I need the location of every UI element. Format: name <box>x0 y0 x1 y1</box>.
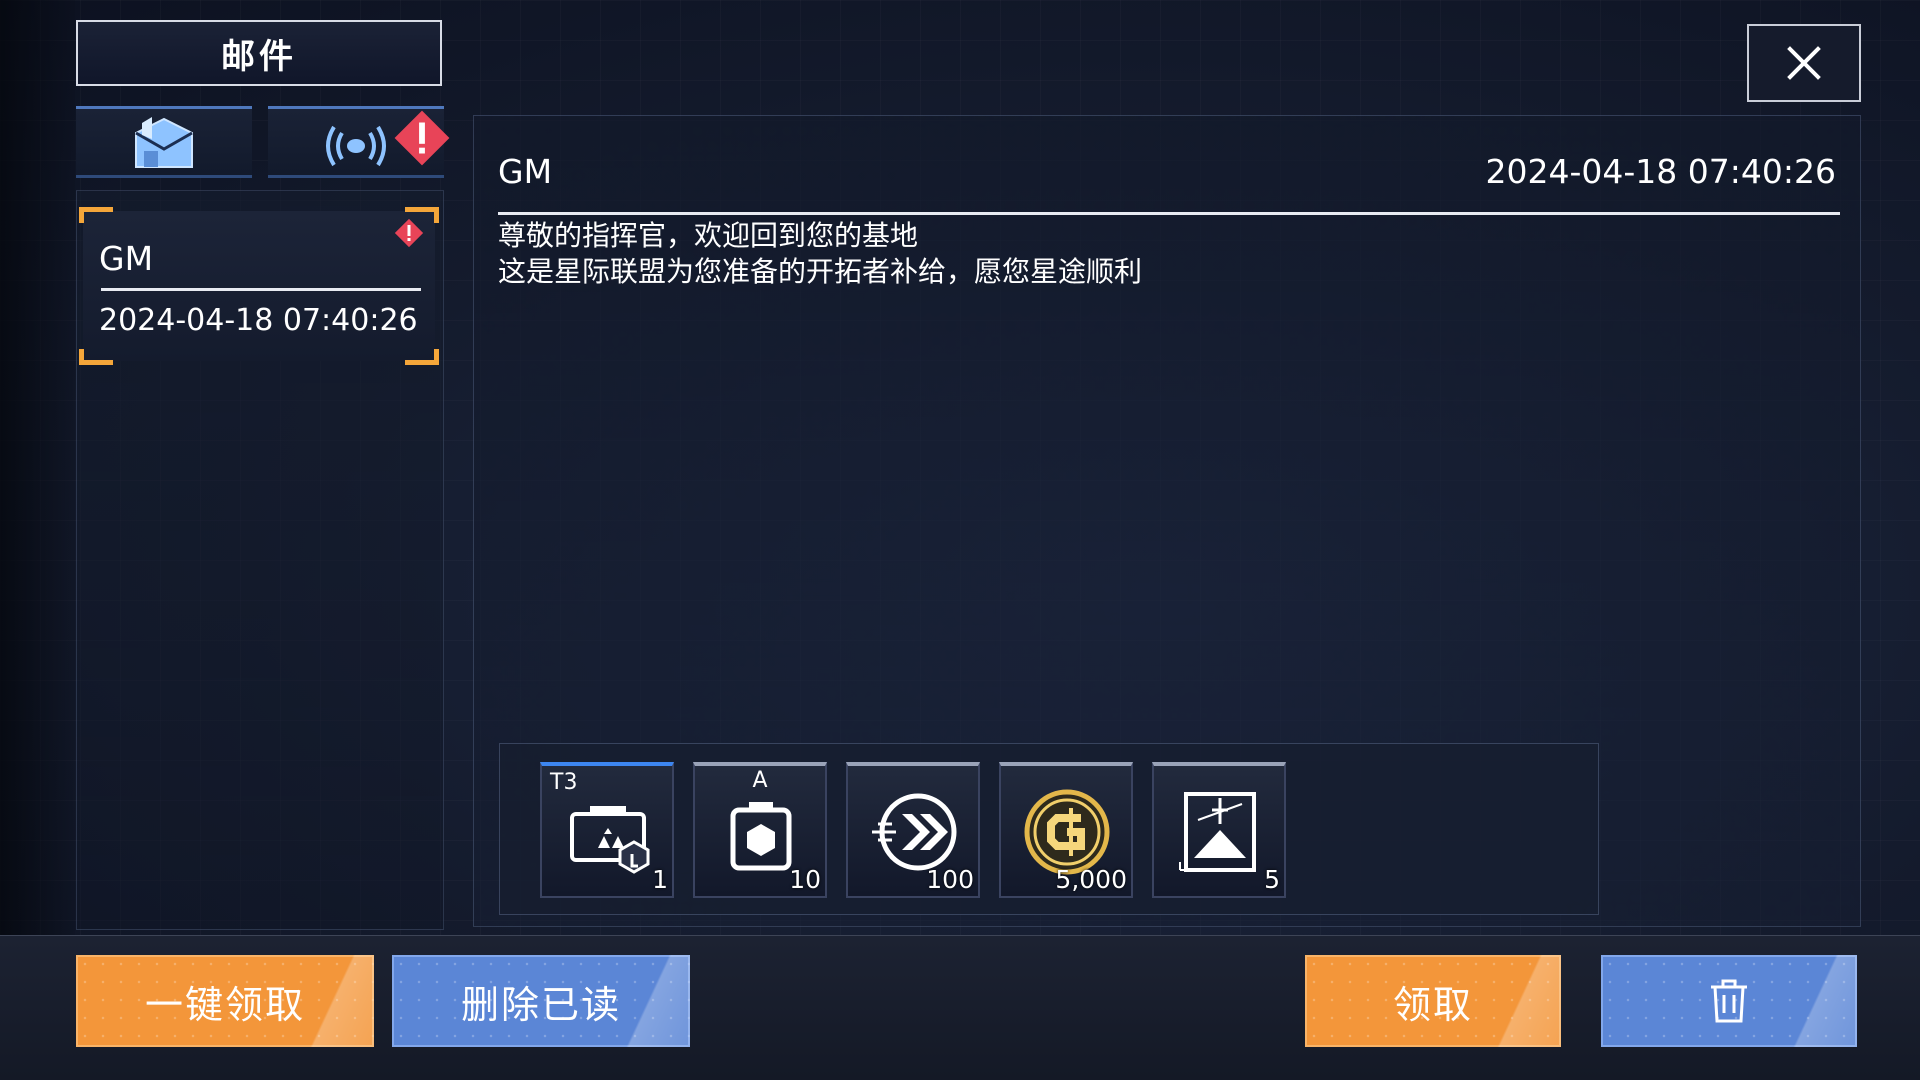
mail-sender: GM <box>498 152 553 191</box>
mail-date: 2024-04-18 07:40:26 <box>1485 152 1836 191</box>
mountain-card-icon <box>1179 792 1256 872</box>
selection-corner <box>405 349 439 365</box>
claim-all-label: 一键领取 <box>144 982 305 1027</box>
reward-quantity: 100 <box>926 865 974 894</box>
close-button[interactable] <box>1747 24 1861 102</box>
reward-item[interactable]: 5 <box>1152 762 1286 898</box>
delete-read-button[interactable]: 删除已读 <box>392 955 690 1047</box>
tab-broadcast[interactable] <box>268 106 450 178</box>
mail-title-bar: 邮件 <box>76 20 442 86</box>
button-decoration <box>1481 955 1561 1047</box>
delete-button[interactable] <box>1601 955 1857 1047</box>
claim-label: 领取 <box>1392 982 1473 1027</box>
button-decoration <box>1777 955 1857 1047</box>
blueprint-chest-icon <box>570 806 650 874</box>
reward-item[interactable]: A 10 <box>693 762 827 898</box>
reward-quantity: 1 <box>652 865 668 894</box>
divider <box>101 288 421 291</box>
delete-read-label: 删除已读 <box>460 982 621 1027</box>
reward-item[interactable]: 100 <box>846 762 980 898</box>
mail-body-line: 尊敬的指挥官，欢迎回到您的基地 <box>498 219 919 252</box>
reward-item[interactable]: 5,000 <box>999 762 1133 898</box>
close-icon <box>1787 46 1821 80</box>
list-item[interactable]: GM 2024-04-18 07:40:26 <box>79 207 439 365</box>
reward-quantity: 10 <box>789 865 821 894</box>
button-decoration <box>610 955 690 1047</box>
mail-body: 尊敬的指挥官，欢迎回到您的基地 这是星际联盟为您准备的开拓者补给，愿您星途顺利 <box>498 218 1142 290</box>
mail-content: GM 2024-04-18 07:40:26 尊敬的指挥官，欢迎回到您的基地 这… <box>473 115 1861 927</box>
alert-badge-icon <box>394 110 450 166</box>
mailbox-icon <box>135 117 193 168</box>
trash-icon <box>1711 979 1747 1023</box>
unread-badge-icon <box>394 218 424 248</box>
reward-list: T3 1 A 10 100 5,000 5 <box>499 743 1599 915</box>
claim-button[interactable]: 领取 <box>1305 955 1561 1047</box>
left-edge-shade <box>0 0 75 935</box>
divider <box>498 212 1840 215</box>
mail-sidebar: 邮件 GM 2024-04-18 07:40:26 <box>76 20 450 930</box>
reward-quantity: 5 <box>1264 865 1280 894</box>
mail-list: GM 2024-04-18 07:40:26 <box>76 190 444 930</box>
tab-mailbox[interactable] <box>76 106 252 178</box>
claim-all-button[interactable]: 一键领取 <box>76 955 374 1047</box>
page-title: 邮件 <box>221 36 297 77</box>
reward-item[interactable]: T3 1 <box>540 762 674 898</box>
list-item-date: 2024-04-18 07:40:26 <box>99 303 418 338</box>
selection-corner <box>79 349 113 365</box>
selection-corner <box>79 207 113 223</box>
list-item-sender: GM <box>99 239 154 278</box>
reward-quantity: 5,000 <box>1055 865 1127 894</box>
mail-body-line: 这是星际联盟为您准备的开拓者补给，愿您星途顺利 <box>498 255 1143 288</box>
button-decoration <box>294 955 374 1047</box>
